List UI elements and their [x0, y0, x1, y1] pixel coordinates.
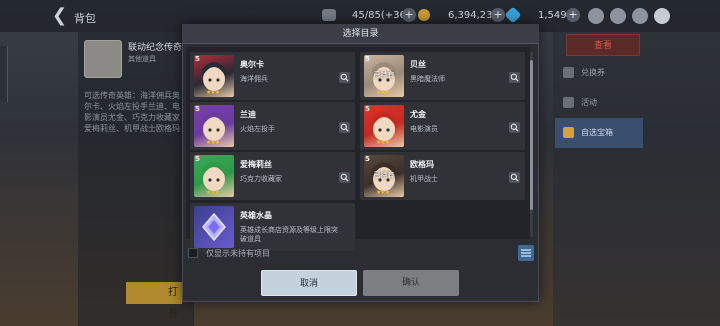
gem-value: 1,549 [538, 10, 567, 21]
hero-portrait: 5 ★★★ [364, 105, 404, 147]
nav-item-event[interactable]: 活动 [555, 88, 643, 118]
unowned-only-checkbox[interactable] [188, 248, 198, 258]
nav-item-voucher[interactable]: 兑换券 [555, 58, 643, 88]
item-desc: 电影演员 [410, 125, 438, 133]
magnifier-icon[interactable] [509, 122, 520, 133]
hero-portrait: 5 ★★★ 已持有 [364, 155, 404, 197]
nav-label: 活动 [581, 98, 597, 107]
settings-icon[interactable] [654, 8, 670, 24]
side-tab[interactable] [0, 46, 8, 102]
star-rating: ★★★ [206, 189, 220, 196]
mail-icon[interactable] [588, 8, 604, 24]
nav-item-selection-box[interactable]: 自选宝箱 [555, 118, 643, 148]
dialog-title: 选择目录 [342, 29, 379, 39]
magnifier-icon[interactable] [339, 72, 350, 83]
hero-portrait: 5 ★★★ 已持有 [364, 55, 404, 97]
item-name: 爱梅莉丝 [240, 160, 272, 169]
view-button[interactable]: 查看 [566, 34, 640, 56]
magnifier-icon[interactable] [339, 172, 350, 183]
stamina-icon [322, 9, 336, 21]
back-arrow-icon[interactable]: ❮ [52, 7, 70, 25]
crystal-icon [194, 206, 234, 248]
star-rating: ★★★ [376, 139, 390, 146]
list-item[interactable]: 5 ★★★ 兰迪火焰左投手 [190, 102, 355, 150]
item-desc: 机甲战士 [410, 175, 438, 183]
item-name: 尤金 [410, 110, 426, 119]
item-name: 兰迪 [240, 110, 256, 119]
coin-icon [418, 9, 430, 21]
item-name: 贝丝 [410, 60, 426, 69]
hero-level: 5 [365, 155, 370, 163]
hero-level: 5 [365, 105, 370, 113]
magnifier-icon[interactable] [339, 122, 350, 133]
item-desc: 黑暗魔法师 [410, 75, 445, 83]
add-stamina-button[interactable]: + [402, 8, 416, 22]
item-desc: 海洋佣兵 [240, 75, 268, 83]
notice-icon[interactable] [632, 8, 648, 24]
list-item[interactable]: 英雄水晶 英雄成长商店资源及等级上限突 破道具 [190, 203, 355, 251]
scrollbar-thumb[interactable] [530, 60, 533, 210]
event-icon [563, 97, 574, 108]
hero-level: 5 [195, 155, 200, 163]
voucher-icon [563, 67, 574, 78]
unowned-only-label: 仅显示未持有项目 [206, 249, 270, 258]
hero-level: 5 [365, 55, 370, 63]
hero-portrait: 5 ★★★ [194, 155, 234, 197]
owned-badge: 已持有 [373, 171, 395, 179]
hero-level: 5 [195, 105, 200, 113]
owned-badge: 已持有 [373, 71, 395, 79]
magnifier-icon[interactable] [509, 72, 520, 83]
chat-icon[interactable] [610, 8, 626, 24]
nav-label: 自选宝箱 [581, 128, 613, 137]
item-desc: 火焰左投手 [240, 125, 275, 133]
nav-label: 兑换券 [581, 68, 605, 77]
cancel-button[interactable]: 取消 [261, 270, 357, 296]
item-desc: 巧克力收藏家 [240, 175, 282, 183]
item-name: 欧格玛 [410, 160, 434, 169]
list-item[interactable]: 5 ★★★ 爱梅莉丝巧克力收藏家 [190, 152, 355, 200]
list-item[interactable]: 5 ★★★ 奥尔卡海洋佣兵 [190, 52, 355, 100]
item-subtitle: 其他道具 [128, 55, 156, 63]
item-name: 英雄水晶 [240, 211, 272, 220]
hero-level: 5 [195, 55, 200, 63]
hero-portrait: 5 ★★★ [194, 105, 234, 147]
open-button[interactable]: 打开 [126, 282, 182, 320]
page-title: 背包 [74, 12, 96, 25]
star-rating: ★★★ [206, 89, 220, 96]
add-coin-button[interactable]: + [491, 8, 505, 22]
star-rating: ★★★ [376, 189, 390, 196]
item-name: 奥尔卡 [240, 60, 264, 69]
list-item[interactable]: 5 ★★★ 尤金电影演员 [360, 102, 525, 150]
star-rating: ★★★ [206, 139, 220, 146]
item-desc-line2: 破道具 [240, 235, 261, 243]
item-description: 可选传奇英雄：海洋佣兵奥尔卡、火焰左投手兰迪、电影演员尤金、巧克力收藏家爱梅莉丝… [84, 91, 180, 133]
filter-icon[interactable] [518, 245, 534, 261]
hero-portrait: 5 ★★★ [194, 55, 234, 97]
magnifier-icon[interactable] [509, 172, 520, 183]
star-rating: ★★★ [376, 89, 390, 96]
list-item[interactable]: 5 ★★★ 已持有 贝丝黑暗魔法师 [360, 52, 525, 100]
list-item[interactable]: 5 ★★★ 已持有 欧格玛机甲战士 [360, 152, 525, 200]
item-icon [84, 40, 122, 78]
confirm-button[interactable]: 确认 [363, 270, 459, 296]
chest-icon [563, 127, 574, 138]
add-gem-button[interactable]: + [566, 8, 580, 22]
